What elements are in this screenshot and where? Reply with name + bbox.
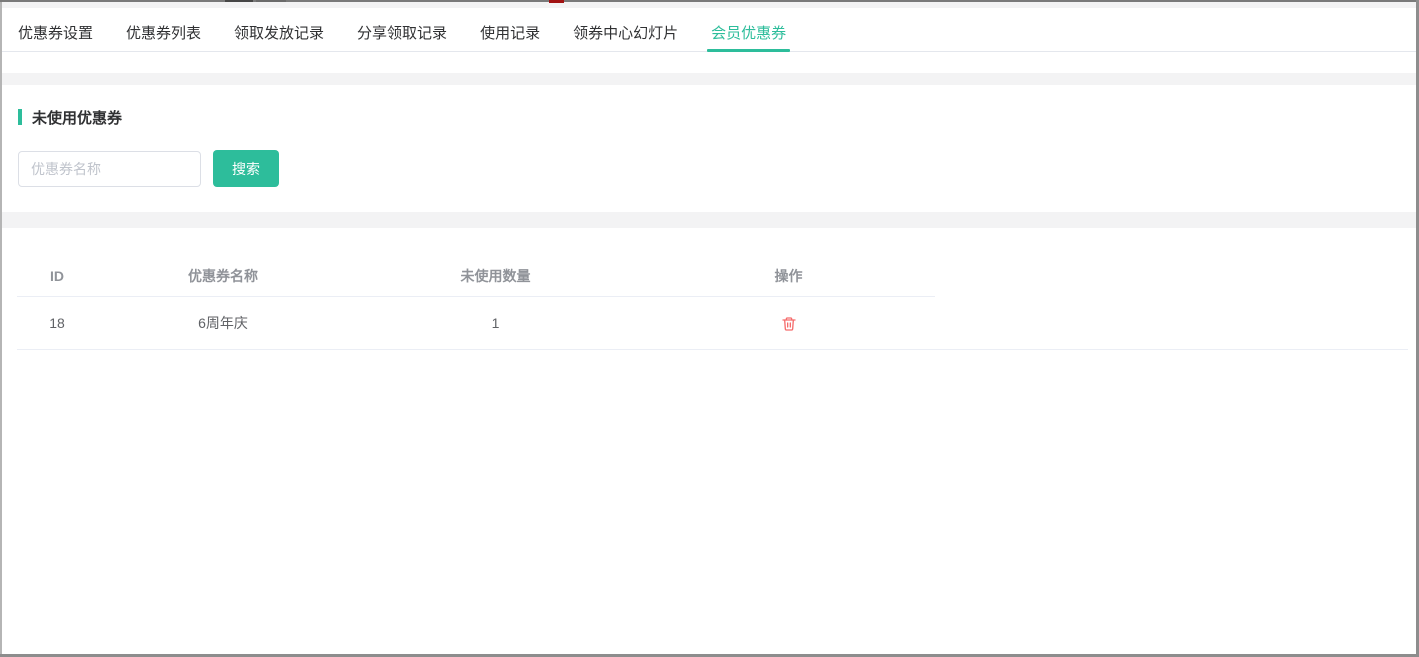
trash-icon — [781, 320, 797, 335]
cell-id: 18 — [17, 297, 97, 349]
row-bottom-divider — [17, 349, 1408, 350]
window-border-top — [0, 0, 1419, 2]
column-header-id: ID — [17, 255, 97, 296]
section-header: 未使用优惠券 — [18, 109, 1400, 125]
cell-action — [642, 297, 935, 349]
search-button[interactable]: 搜索 — [213, 150, 279, 187]
column-header-action: 操作 — [642, 255, 935, 296]
tab-bar: 优惠券设置 优惠券列表 领取发放记录 分享领取记录 使用记录 领券中心幻灯片 会… — [2, 8, 1416, 73]
unused-coupons-table: ID 优惠券名称 未使用数量 操作 18 6周年庆 1 — [17, 255, 935, 349]
section-title: 未使用优惠券 — [32, 107, 122, 128]
column-header-unused: 未使用数量 — [349, 255, 642, 296]
tab-usage-records[interactable]: 使用记录 — [480, 12, 540, 56]
section-accent-bar — [18, 109, 22, 125]
tab-coupon-center-slides[interactable]: 领券中心幻灯片 — [573, 12, 678, 56]
cell-coupon-name: 6周年庆 — [97, 297, 349, 349]
table-card: ID 优惠券名称 未使用数量 操作 18 6周年庆 1 — [2, 228, 1416, 654]
delete-button[interactable] — [780, 315, 798, 333]
table-header-row: ID 优惠券名称 未使用数量 操作 — [17, 255, 935, 297]
column-header-name: 优惠券名称 — [97, 255, 349, 296]
search-card: 未使用优惠券 搜索 — [2, 85, 1416, 212]
coupon-name-input[interactable] — [18, 151, 201, 187]
table-row: 18 6周年庆 1 — [17, 297, 935, 349]
tab-list: 优惠券设置 优惠券列表 领取发放记录 分享领取记录 使用记录 领券中心幻灯片 会… — [18, 12, 786, 56]
cropped-red-fragment — [549, 0, 564, 3]
page-content: 优惠券设置 优惠券列表 领取发放记录 分享领取记录 使用记录 领券中心幻灯片 会… — [2, 2, 1416, 654]
tab-share-claim-records[interactable]: 分享领取记录 — [357, 12, 447, 56]
band-spacer — [2, 73, 1416, 85]
band-spacer — [2, 212, 1416, 228]
tab-coupon-settings[interactable]: 优惠券设置 — [18, 12, 93, 56]
cropped-content-fragment — [225, 0, 253, 2]
cell-unused-count: 1 — [349, 297, 642, 349]
search-row: 搜索 — [18, 150, 1400, 187]
tab-coupon-list[interactable]: 优惠券列表 — [126, 12, 201, 56]
window-border-left — [0, 2, 2, 654]
tab-claim-records[interactable]: 领取发放记录 — [234, 12, 324, 56]
cropped-content-fragment — [256, 0, 286, 2]
tab-member-coupons[interactable]: 会员优惠券 — [711, 12, 786, 56]
